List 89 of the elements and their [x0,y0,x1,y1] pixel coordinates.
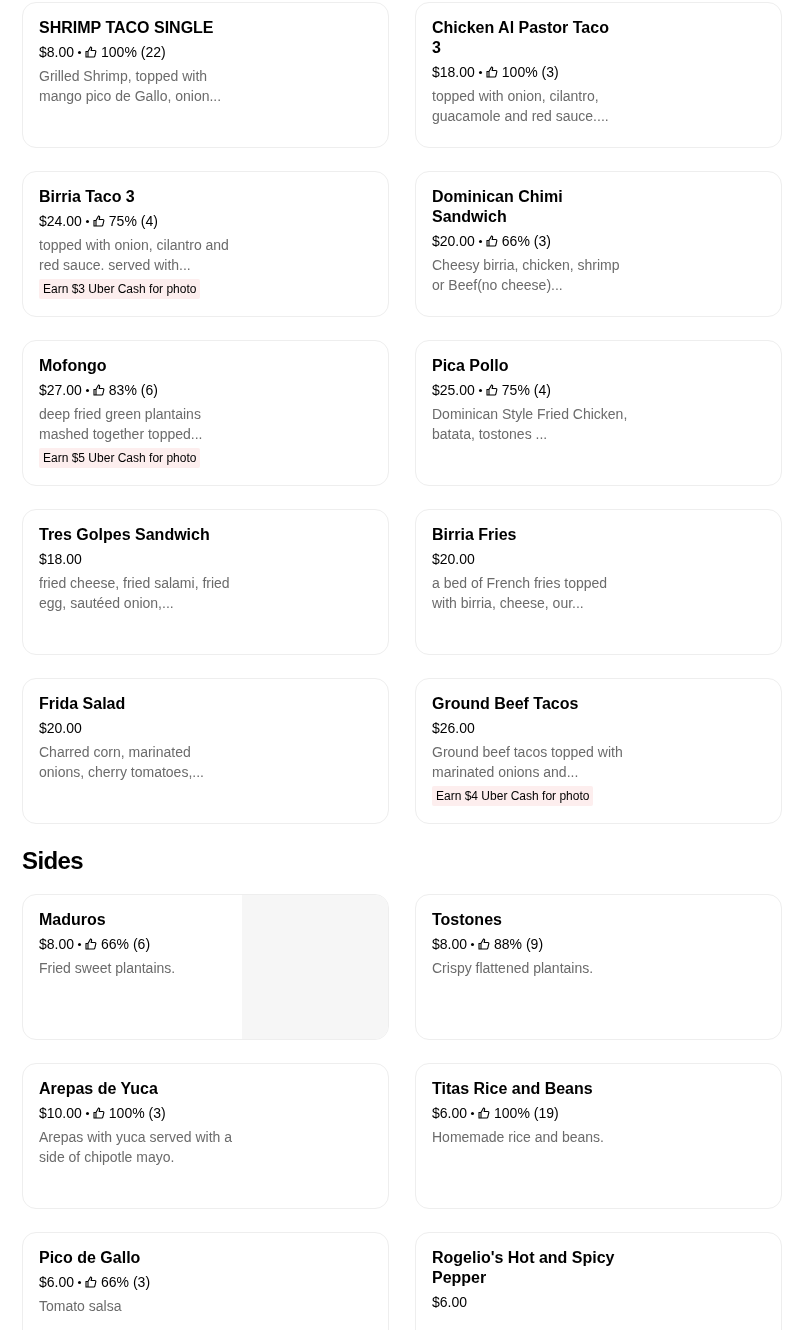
promo-badge: Earn $5 Uber Cash for photo [39,448,201,468]
item-rating: 75% (4) [501,381,551,400]
menu-item-card[interactable]: Birria Taco 3 $24.00 75% (4) topped with onion, cilantro and red sauce. served with... Earn $3 Uber Cash for photo [22,171,389,317]
item-name: Frida Salad [39,694,127,714]
item-price: $25.00 [432,381,475,400]
item-name: Tres Golpes Sandwich [39,525,211,545]
thumbs-up-icon [478,938,491,950]
item-name: Mofongo [39,356,108,376]
item-name: Chicken Al Pastor Taco 3 [432,18,610,58]
item-rating: 88% (9) [494,935,544,954]
item-rating: 100% (3) [501,63,559,82]
menu-item-card[interactable]: Pica Pollo $25.00 75% (4) Dominican Style Fried Chicken, batata, tostones ... [415,340,782,486]
item-rating: 66% (6) [101,935,151,954]
item-rating: 83% (6) [108,381,158,400]
menu-item-card[interactable]: Tres Golpes Sandwich $18.00 fried cheese, fried salami, fried egg, sautéed onion,... [22,509,389,655]
item-description: Charred corn, marinated onions, cherry tomatoes,... [39,743,205,782]
item-price: $18.00 [39,550,82,569]
item-name: Rogelio's Hot and Spicy Pepper [432,1248,616,1288]
thumbs-up-icon [92,384,105,396]
item-description: topped with onion, cilantro, guacamole and red sauce.... [432,87,610,126]
item-price: $8.00 [39,43,75,62]
item-rating: 66% (3) [501,232,551,251]
item-name: Pica Pollo [432,356,510,376]
item-price: $8.00 [39,935,75,954]
section-heading: Sides [22,846,85,876]
item-rating: 66% (3) [101,1273,151,1292]
item-price: $18.00 [432,63,475,82]
item-description: deep fried green plantains mashed together topped... [39,405,204,444]
menu-item-card[interactable]: SHRIMP TACO SINGLE $8.00 100% (22) Grilled Shrimp, topped with mango pico de Gallo, onion... [22,2,389,148]
thumbs-up-icon [485,235,498,247]
item-name: Birria Taco 3 [39,187,136,207]
menu-item-card[interactable]: Chicken Al Pastor Taco 3 $18.00 100% (3) topped with onion, cilantro, guacamole and red sauce.... [415,2,782,148]
menu-item-card[interactable]: Titas Rice and Beans $6.00 100% (19) Homemade rice and beans. [415,1063,782,1209]
item-name: Titas Rice and Beans [432,1079,594,1099]
item-price: $26.00 [432,719,475,738]
item-name: SHRIMP TACO SINGLE [39,18,215,38]
item-name: Pico de Gallo [39,1248,142,1268]
item-description: Arepas with yuca served with a side of chipotle mayo. [39,1128,233,1167]
item-rating: 100% (3) [108,1104,166,1123]
item-price: $6.00 [432,1293,468,1312]
item-price: $20.00 [432,550,475,569]
item-name: Tostones [432,910,503,930]
menu-item-card[interactable]: Tostones $8.00 88% (9) Crispy flattened plantains. [415,894,782,1040]
item-description: Tomato salsa [39,1297,123,1316]
menu-item-card[interactable]: Pico de Gallo $6.00 66% (3) Tomato salsa [22,1232,389,1330]
item-rating: 100% (22) [101,43,166,62]
thumbs-up-icon [85,938,98,950]
thumbs-up-icon [478,1107,491,1119]
item-price: $24.00 [39,212,82,231]
item-rating: 100% (19) [494,1104,559,1123]
item-description: Dominican Style Fried Chicken, batata, tostones ... [432,405,629,444]
item-description: Ground beef tacos topped with marinated onions and... [432,743,624,782]
item-price: $20.00 [39,719,82,738]
menu-item-card[interactable]: Arepas de Yuca $10.00 100% (3) Arepas with yuca served with a side of chipotle mayo. [22,1063,389,1209]
promo-badge: Earn $4 Uber Cash for photo [432,786,594,806]
item-description: Homemade rice and beans. [432,1128,605,1147]
item-name: Dominican Chimi Sandwich [432,187,564,227]
item-name: Arepas de Yuca [39,1079,159,1099]
thumbs-up-icon [85,46,98,58]
item-price: $27.00 [39,381,82,400]
item-rating: 75% (4) [108,212,158,231]
menu-item-card[interactable]: Birria Fries $20.00 a bed of French fries topped with birria, cheese, our... [415,509,782,655]
menu-item-card[interactable]: Frida Salad $20.00 Charred corn, marinated onions, cherry tomatoes,... [22,678,389,824]
item-price: $6.00 [39,1273,75,1292]
item-price: $10.00 [39,1104,82,1123]
thumbs-up-icon [92,1107,105,1119]
thumbs-up-icon [85,1276,98,1288]
item-description: fried cheese, fried salami, fried egg, sautéed onion,... [39,574,231,613]
item-description: Crispy flattened plantains. [432,959,595,978]
item-description: a bed of French fries topped with birria, cheese, our... [432,574,609,613]
item-price: $20.00 [432,232,475,251]
menu-item-card[interactable]: Maduros $8.00 66% (6) Fried sweet plantains. [22,894,389,1040]
item-description: Grilled Shrimp, topped with mango pico de Gallo, onion... [39,67,223,106]
menu-item-card[interactable]: Ground Beef Tacos $26.00 Ground beef tacos topped with marinated onions and... Earn $4 Uber Cash for photo [415,678,782,824]
item-price: $6.00 [432,1104,468,1123]
promo-badge: Earn $3 Uber Cash for photo [39,279,201,299]
item-name: Maduros [39,910,107,930]
item-description: Fried sweet plantains. [39,959,177,978]
thumbs-up-icon [485,384,498,396]
menu-item-card[interactable]: Rogelio's Hot and Spicy Pepper $6.00 [415,1232,782,1330]
item-description: Cheesy birria, chicken, shrimp or Beef(no cheese)... [432,256,621,295]
thumbs-up-icon [485,66,498,78]
menu-item-card[interactable]: Dominican Chimi Sandwich $20.00 66% (3) Cheesy birria, chicken, shrimp or Beef(no cheese)... [415,171,782,317]
item-description: topped with onion, cilantro and red sauce. served with... [39,236,230,275]
thumbs-up-icon [92,215,105,227]
item-name: Ground Beef Tacos [432,694,580,714]
item-name: Birria Fries [432,525,518,545]
menu-item-card[interactable]: Mofongo $27.00 83% (6) deep fried green plantains mashed together topped... Earn $5 Uber Cash for photo [22,340,389,486]
item-price: $8.00 [432,935,468,954]
